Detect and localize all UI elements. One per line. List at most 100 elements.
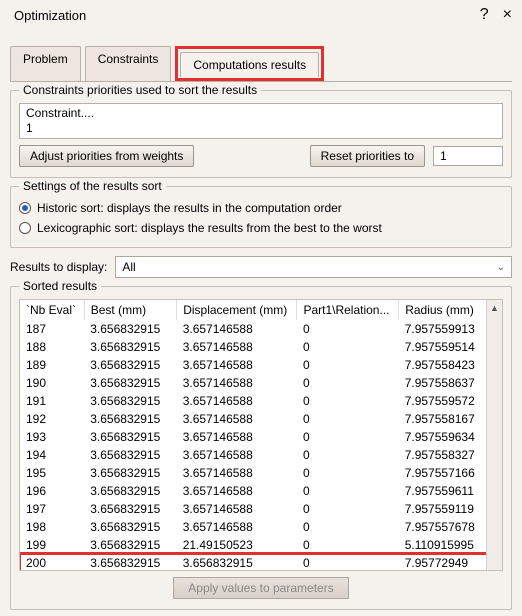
table-row[interactable]: 1883.6568329153.65714658807.957559514 xyxy=(20,338,502,356)
cell: 3.657146588 xyxy=(177,392,297,410)
cell: 3.657146588 xyxy=(177,356,297,374)
cell: 3.657146588 xyxy=(177,320,297,338)
cell: 198 xyxy=(20,518,84,536)
col-nb-eval[interactable]: `Nb Eval` xyxy=(20,300,84,320)
cell: 200 xyxy=(20,554,84,570)
cell: 0 xyxy=(297,410,399,428)
tab-bar: Problem Constraints Computations results xyxy=(10,46,512,82)
cell: 0 xyxy=(297,356,399,374)
tab-results-highlight: Computations results xyxy=(175,46,324,81)
cell: 190 xyxy=(20,374,84,392)
tab-computations-results[interactable]: Computations results xyxy=(180,52,319,77)
help-icon[interactable]: ? xyxy=(480,6,489,24)
vertical-scrollbar[interactable]: ▲ xyxy=(486,300,502,570)
cell: 3.656832915 xyxy=(84,482,176,500)
constraint-value: 1 xyxy=(26,121,496,136)
table-row[interactable]: 1953.6568329153.65714658807.957557166 xyxy=(20,464,502,482)
cell: 3.657146588 xyxy=(177,374,297,392)
cell: 3.656832915 xyxy=(84,338,176,356)
lexicographic-sort-label: Lexicographic sort: displays the results… xyxy=(37,221,382,235)
cell: 193 xyxy=(20,428,84,446)
cell: 3.657146588 xyxy=(177,518,297,536)
scroll-up-icon[interactable]: ▲ xyxy=(487,300,502,316)
cell: 197 xyxy=(20,500,84,518)
cell: 3.656832915 xyxy=(84,374,176,392)
table-row[interactable]: 2003.6568329153.65683291507.95772949 xyxy=(20,554,502,570)
radio-icon xyxy=(19,222,31,234)
cell: 188 xyxy=(20,338,84,356)
table-row[interactable]: 1983.6568329153.65714658807.957557678 xyxy=(20,518,502,536)
apply-values-button[interactable]: Apply values to parameters xyxy=(173,577,348,599)
tab-problem[interactable]: Problem xyxy=(10,46,81,81)
cell: 21.49150523 xyxy=(177,536,297,554)
cell: 191 xyxy=(20,392,84,410)
historic-sort-label: Historic sort: displays the results in t… xyxy=(37,201,342,215)
cell: 3.656832915 xyxy=(84,536,176,554)
constraint-list[interactable]: Constraint.... 1 xyxy=(19,103,503,139)
cell: 3.656832915 xyxy=(84,356,176,374)
table-row[interactable]: 1893.6568329153.65714658807.957558423 xyxy=(20,356,502,374)
col-best[interactable]: Best (mm) xyxy=(84,300,176,320)
cell: 194 xyxy=(20,446,84,464)
adjust-priorities-button[interactable]: Adjust priorities from weights xyxy=(19,145,194,167)
table-row[interactable]: 1903.6568329153.65714658807.957558637 xyxy=(20,374,502,392)
cell: 3.656832915 xyxy=(84,446,176,464)
close-icon[interactable]: × xyxy=(503,6,512,24)
sorted-results-label: Sorted results xyxy=(19,279,101,293)
results-to-display-dropdown[interactable]: All ⌄ xyxy=(115,256,512,278)
historic-sort-radio[interactable]: Historic sort: displays the results in t… xyxy=(19,201,503,215)
priorities-group: Constraints priorities used to sort the … xyxy=(10,90,512,178)
cell: 0 xyxy=(297,428,399,446)
cell: 0 xyxy=(297,392,399,410)
chevron-down-icon: ⌄ xyxy=(497,262,505,273)
cell: 0 xyxy=(297,500,399,518)
results-to-display-label: Results to display: xyxy=(10,260,107,274)
cell: 196 xyxy=(20,482,84,500)
cell: 3.657146588 xyxy=(177,410,297,428)
dropdown-value: All xyxy=(122,260,135,274)
cell: 3.656832915 xyxy=(84,500,176,518)
cell: 3.657146588 xyxy=(177,428,297,446)
table-row[interactable]: 1943.6568329153.65714658807.957558327 xyxy=(20,446,502,464)
cell: 3.656832915 xyxy=(84,428,176,446)
cell: 3.656832915 xyxy=(84,392,176,410)
cell: 0 xyxy=(297,554,399,570)
priorities-group-label: Constraints priorities used to sort the … xyxy=(19,83,261,97)
cell: 3.656832915 xyxy=(177,554,297,570)
table-row[interactable]: 1913.6568329153.65714658807.957559572 xyxy=(20,392,502,410)
table-row[interactable]: 1923.6568329153.65714658807.957558167 xyxy=(20,410,502,428)
cell: 3.657146588 xyxy=(177,338,297,356)
cell: 3.656832915 xyxy=(84,320,176,338)
cell: 3.657146588 xyxy=(177,482,297,500)
cell: 3.656832915 xyxy=(84,410,176,428)
cell: 199 xyxy=(20,536,84,554)
cell: 192 xyxy=(20,410,84,428)
table-row[interactable]: 1993.65683291521.4915052305.110915995 xyxy=(20,536,502,554)
window-title: Optimization xyxy=(14,8,86,23)
cell: 3.657146588 xyxy=(177,464,297,482)
table-row[interactable]: 1973.6568329153.65714658807.957559119 xyxy=(20,500,502,518)
cell: 0 xyxy=(297,374,399,392)
cell: 0 xyxy=(297,320,399,338)
results-table[interactable]: `Nb Eval` Best (mm) Displacement (mm) Pa… xyxy=(20,300,502,570)
radio-icon xyxy=(19,202,31,214)
cell: 0 xyxy=(297,446,399,464)
table-row[interactable]: 1963.6568329153.65714658807.957559611 xyxy=(20,482,502,500)
cell: 3.656832915 xyxy=(84,518,176,536)
tab-constraints[interactable]: Constraints xyxy=(85,46,172,81)
table-row[interactable]: 1873.6568329153.65714658807.957559913 xyxy=(20,320,502,338)
col-relation[interactable]: Part1\Relation... xyxy=(297,300,399,320)
reset-priorities-button[interactable]: Reset priorities to xyxy=(310,145,425,167)
cell: 3.657146588 xyxy=(177,446,297,464)
lexicographic-sort-radio[interactable]: Lexicographic sort: displays the results… xyxy=(19,221,503,235)
cell: 0 xyxy=(297,338,399,356)
cell: 0 xyxy=(297,536,399,554)
reset-priorities-input[interactable] xyxy=(433,146,503,166)
cell: 195 xyxy=(20,464,84,482)
cell: 187 xyxy=(20,320,84,338)
sorted-results-group: Sorted results `Nb Eval` Best (mm) Displ… xyxy=(10,286,512,610)
cell: 0 xyxy=(297,464,399,482)
col-displacement[interactable]: Displacement (mm) xyxy=(177,300,297,320)
table-row[interactable]: 1933.6568329153.65714658807.957559634 xyxy=(20,428,502,446)
cell: 3.657146588 xyxy=(177,500,297,518)
